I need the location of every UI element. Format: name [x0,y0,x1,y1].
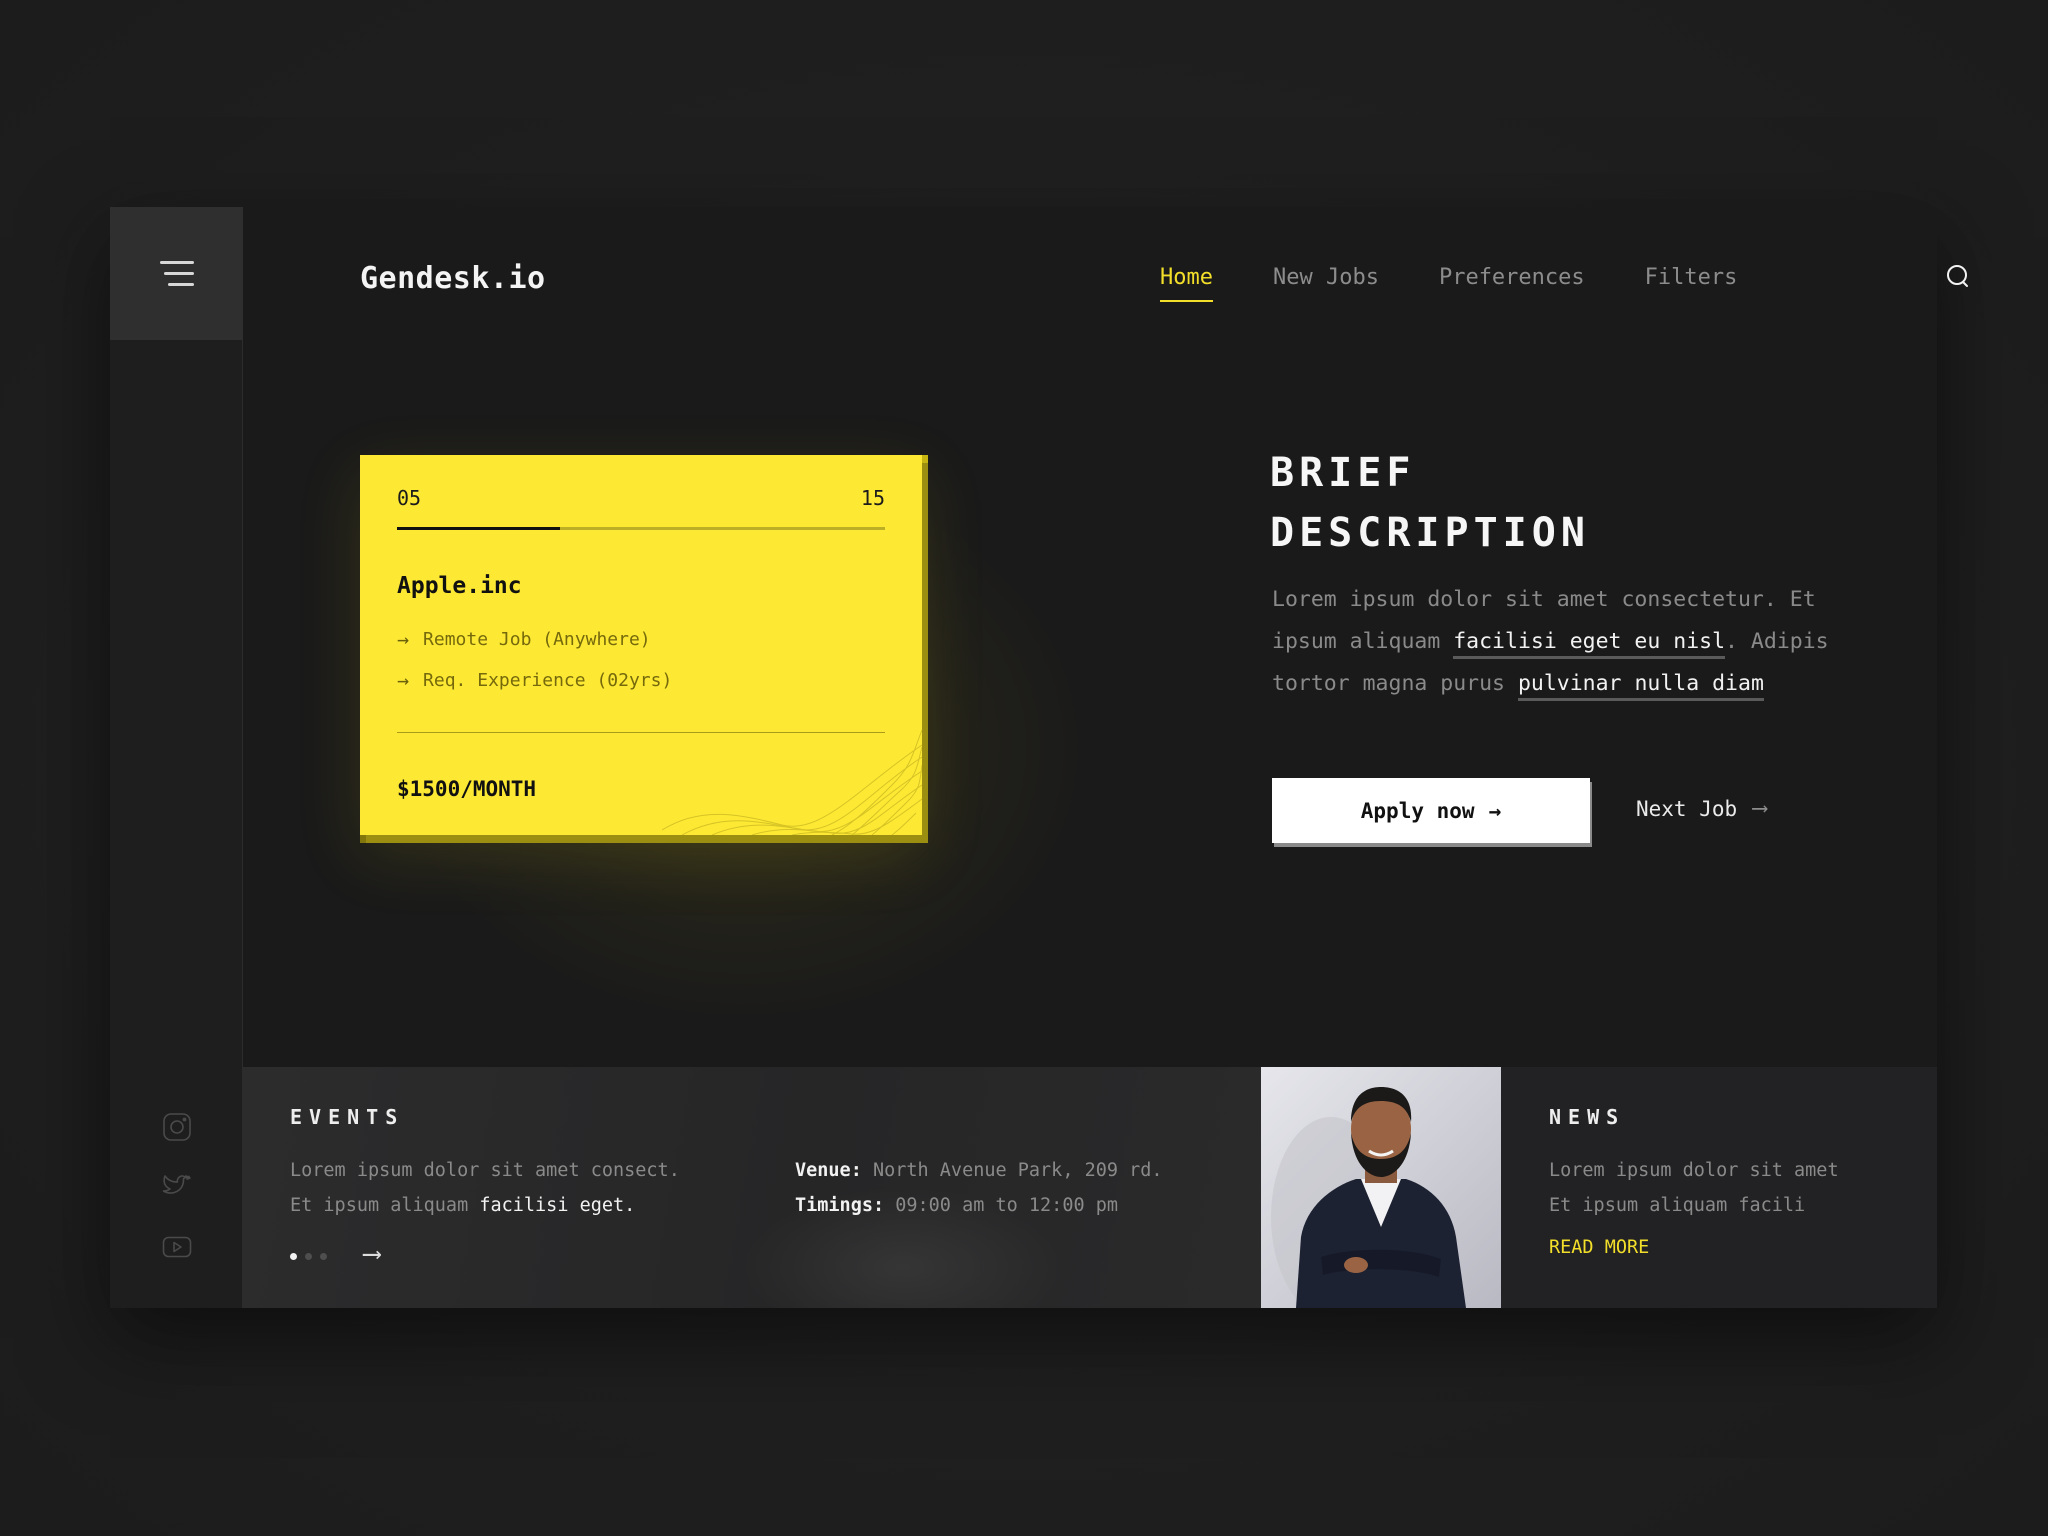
event-timings: Timings: 09:00 am to 12:00 pm [795,1188,1163,1223]
apply-now-button[interactable]: Apply now → [1272,778,1590,843]
twitter-icon[interactable] [161,1171,193,1203]
events-text: Et ipsum aliquam [290,1195,480,1216]
news-line: Et ipsum aliquam facili [1549,1195,1806,1216]
card-edge [922,455,928,843]
pager-dot[interactable] [320,1253,327,1260]
nav-home[interactable]: Home [1160,265,1213,302]
events-next-arrow-icon[interactable]: ⟶ [364,1239,380,1269]
arrow-right-icon: → [397,668,410,692]
events-description: Lorem ipsum dolor sit amet consect. Et i… [290,1153,680,1223]
news-description: Lorem ipsum dolor sit amet Et ipsum aliq… [1549,1153,1839,1223]
nav-preferences[interactable]: Preferences [1439,265,1585,302]
events-title: EVENTS [290,1105,405,1129]
job-feature-text: Req. Experience (02yrs) [423,669,673,691]
social-links [110,1111,243,1263]
long-arrow-right-icon: ⟶ [1753,796,1767,821]
events-panel: EVENTS Lorem ipsum dolor sit amet consec… [243,1067,1261,1308]
next-job-label: Next Job [1636,796,1738,821]
events-line: Lorem ipsum dolor sit amet consect. [290,1160,680,1181]
section-title: BRIEF DESCRIPTION [1270,443,1590,563]
nav-new-jobs[interactable]: New Jobs [1273,265,1379,302]
arrow-right-icon: → [1488,798,1502,823]
timings-label: Timings: [795,1195,885,1216]
title-line: BRIEF [1270,450,1416,496]
description-highlight[interactable]: facilisi eget eu nisl [1453,629,1726,659]
job-index-total: 15 [860,486,885,510]
salary: $1500/MONTH [397,777,537,801]
pager-dot[interactable] [305,1253,312,1260]
sidebar [110,207,243,1308]
job-card[interactable]: 05 15 Apple.inc → Remote Job (Anywhere) … [360,455,922,835]
search-icon[interactable] [1944,263,1972,291]
next-job-button[interactable]: Next Job ⟶ [1636,796,1766,821]
main-content: Gendesk.io Home New Jobs Preferences Fil… [243,207,1968,1067]
company-name: Apple.inc [397,573,522,599]
job-feature: → Req. Experience (02yrs) [397,668,672,692]
card-shadow [360,835,928,843]
job-feature: → Remote Job (Anywhere) [397,627,651,651]
pager-dot[interactable] [290,1253,297,1260]
news-title: NEWS [1549,1105,1626,1129]
person-photo-illustration [1261,1067,1501,1308]
events-line: Et ipsum aliquam facilisi eget. [290,1188,680,1223]
brand-logo[interactable]: Gendesk.io [360,261,546,296]
wave-pattern-decoration [662,729,922,835]
nav-filters[interactable]: Filters [1645,265,1738,302]
menu-button[interactable] [110,207,243,340]
job-feature-text: Remote Job (Anywhere) [423,628,651,650]
event-venue: Venue: North Avenue Park, 209 rd. [795,1153,1163,1188]
bottom-panels: EVENTS Lorem ipsum dolor sit amet consec… [243,1067,1937,1308]
top-nav: Home New Jobs Preferences Filters [1160,265,1737,302]
read-more-link[interactable]: READ MORE [1549,1237,1649,1258]
hamburger-menu-icon [159,260,194,287]
instagram-icon[interactable] [161,1111,193,1143]
apply-label: Apply now [1360,798,1475,823]
description-text: Lorem ipsum dolor sit amet consectetur. … [1272,579,1872,705]
arrow-right-icon: → [397,627,410,651]
news-photo [1261,1067,1501,1308]
title-line: DESCRIPTION [1270,510,1590,556]
description-highlight[interactable]: pulvinar nulla diam [1517,671,1764,701]
events-highlight: facilisi eget. [479,1195,636,1216]
timings-value: 09:00 am to 12:00 pm [895,1195,1119,1216]
news-line: Lorem ipsum dolor sit amet [1549,1160,1839,1181]
job-progress-fill [397,527,560,530]
events-pager [290,1253,327,1260]
youtube-icon[interactable] [161,1231,193,1263]
news-panel: NEWS Lorem ipsum dolor sit amet Et ipsum… [1501,1067,1937,1308]
event-details: Venue: North Avenue Park, 209 rd. Timing… [795,1153,1163,1223]
job-progress-bar [397,527,885,530]
venue-value: North Avenue Park, 209 rd. [872,1160,1163,1181]
app-window: Gendesk.io Home New Jobs Preferences Fil… [110,207,1968,1308]
job-index-current: 05 [397,486,422,510]
venue-label: Venue: [795,1160,862,1181]
